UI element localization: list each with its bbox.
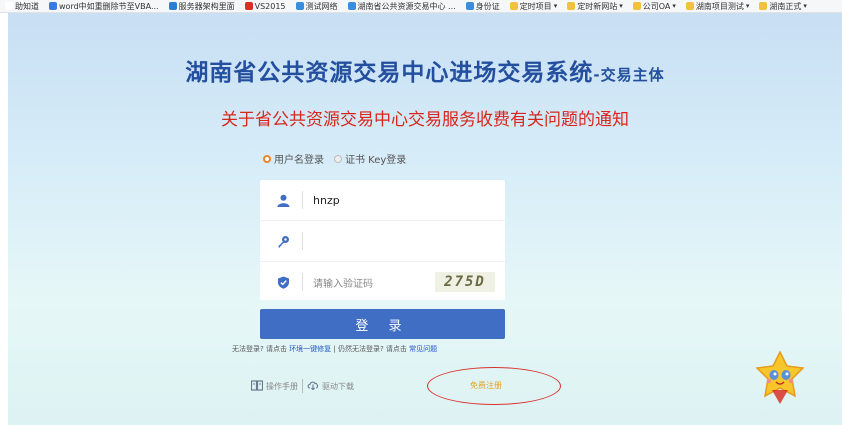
star-mascot-icon[interactable] [750, 346, 810, 406]
user-icon [276, 193, 290, 207]
tab-username-login[interactable]: 用户名登录 [263, 151, 324, 166]
bookmark-label: 定时项目 [519, 1, 552, 11]
bookmark-item[interactable]: 测试网络 [291, 1, 343, 12]
captcha-input[interactable]: 请输入验证码 [313, 275, 373, 290]
bookmark-item[interactable]: VS2015 [240, 2, 291, 11]
bookmark-item[interactable]: 公司OA ▾ [628, 1, 681, 12]
bookmark-label: 定时新网站 [577, 1, 618, 11]
shield-check-icon [276, 275, 290, 289]
tab-cert-label: 证书 Key登录 [345, 155, 407, 166]
bookmark-item[interactable]: 湖南正式 ▾ [754, 1, 812, 12]
bookmark-item[interactable]: 定时项目 ▾ [505, 1, 563, 12]
captcha-image[interactable]: 275D [435, 272, 495, 292]
favicon-icon [5, 2, 13, 10]
favicon-icon [295, 2, 304, 10]
chevron-down-icon: ▾ [803, 2, 807, 10]
system-title: 湖南省公共资源交易中心进场交易系统 [185, 60, 594, 86]
bookmark-label: 湖南正式 [769, 1, 802, 11]
favicon-icon [49, 2, 57, 10]
password-field[interactable] [260, 221, 505, 262]
tab-username-label: 用户名登录 [274, 155, 324, 166]
driver-label: 驱动下载 [322, 381, 354, 391]
bookmark-label: word中如重删除节至VBA... [59, 1, 159, 11]
help-prefix: 无法登录? 请点击 [232, 345, 287, 353]
bookmark-label: 湖南项目测试 [695, 1, 744, 11]
help-middle: | 仍然无法登录? 请点击 [331, 345, 407, 353]
manual-link[interactable]: 操作手册 [250, 379, 298, 393]
book-icon [250, 379, 264, 393]
system-subtitle: -交易主体 [593, 66, 665, 84]
folder-icon [759, 2, 768, 10]
fee-notice-link[interactable]: 关于省公共资源交易中心交易服务收费有关问题的通知 [8, 105, 842, 130]
login-button[interactable]: 登 录 [260, 309, 505, 339]
bookmark-item[interactable]: 助知道 [0, 1, 44, 12]
bookmark-label: 身份证 [475, 1, 500, 11]
chevron-down-icon: ▾ [619, 2, 623, 10]
favicon-icon [465, 2, 474, 10]
login-page: 湖南省公共资源交易中心进场交易系统-交易主体 关于省公共资源交易中心交易服务收费… [8, 13, 842, 425]
divider [302, 379, 303, 393]
faq-link[interactable]: 常见问题 [409, 345, 437, 353]
annotation-circle [427, 367, 561, 405]
login-help-text: 无法登录? 请点击 环境一键修复 | 仍然无法登录? 请点击 常见问题 [232, 344, 437, 354]
bookmark-item[interactable]: 定时新网站 ▾ [562, 1, 628, 12]
bookmark-label: 公司OA [642, 1, 671, 11]
bookmark-item[interactable]: 湖南项目测试 ▾ [681, 1, 755, 12]
bookmark-item[interactable]: 身份证 [461, 1, 505, 12]
divider [302, 273, 303, 291]
env-repair-link[interactable]: 环境一键修复 [289, 345, 331, 353]
tools-bar: 操作手册 驱动下载 [250, 379, 354, 393]
radio-unselected-icon[interactable] [334, 154, 342, 163]
driver-download-link[interactable]: 驱动下载 [307, 380, 354, 392]
chevron-down-icon: ▾ [553, 2, 558, 10]
bookmark-item[interactable]: 湖南省公共资源交易中心 ... [343, 1, 461, 12]
folder-icon [509, 2, 518, 10]
page-title: 湖南省公共资源交易中心进场交易系统-交易主体 [8, 53, 842, 87]
manual-label: 操作手册 [266, 381, 298, 391]
login-form: hnzp 请输入验证码 275D [260, 180, 505, 300]
radio-selected-icon[interactable] [263, 154, 271, 163]
key-icon [276, 234, 290, 248]
folder-icon [685, 2, 694, 10]
bookmark-label: VS2015 [254, 1, 286, 11]
captcha-field[interactable]: 请输入验证码 275D [260, 262, 505, 302]
username-input[interactable]: hnzp [313, 194, 340, 207]
login-mode-tabs: 用户名登录 证书 Key登录 [263, 151, 406, 166]
bookmark-label: 测试网络 [305, 1, 338, 11]
divider [302, 232, 303, 250]
cloud-download-icon [307, 380, 319, 392]
favicon-icon [347, 2, 356, 10]
chevron-down-icon: ▾ [672, 2, 676, 10]
folder-icon [567, 2, 576, 10]
username-field[interactable]: hnzp [260, 180, 505, 221]
favicon-icon [168, 2, 177, 10]
bookmarks-bar: 助知道 word中如重删除节至VBA... 服务器架构里面 VS2015 测试网络 湖南省… [0, 0, 842, 13]
bookmark-label: 服务器架构里面 [178, 1, 235, 11]
chevron-down-icon: ▾ [745, 2, 750, 10]
tab-cert-login[interactable]: 证书 Key登录 [334, 151, 406, 166]
favicon-icon [244, 2, 253, 10]
bookmark-item[interactable]: word中如重删除节至VBA... [44, 1, 164, 12]
bookmark-label: 湖南省公共资源交易中心 ... [357, 1, 456, 11]
bookmark-label: 助知道 [15, 1, 39, 11]
divider [302, 191, 303, 209]
folder-icon [632, 2, 641, 10]
bookmark-item[interactable]: 服务器架构里面 [164, 1, 240, 12]
